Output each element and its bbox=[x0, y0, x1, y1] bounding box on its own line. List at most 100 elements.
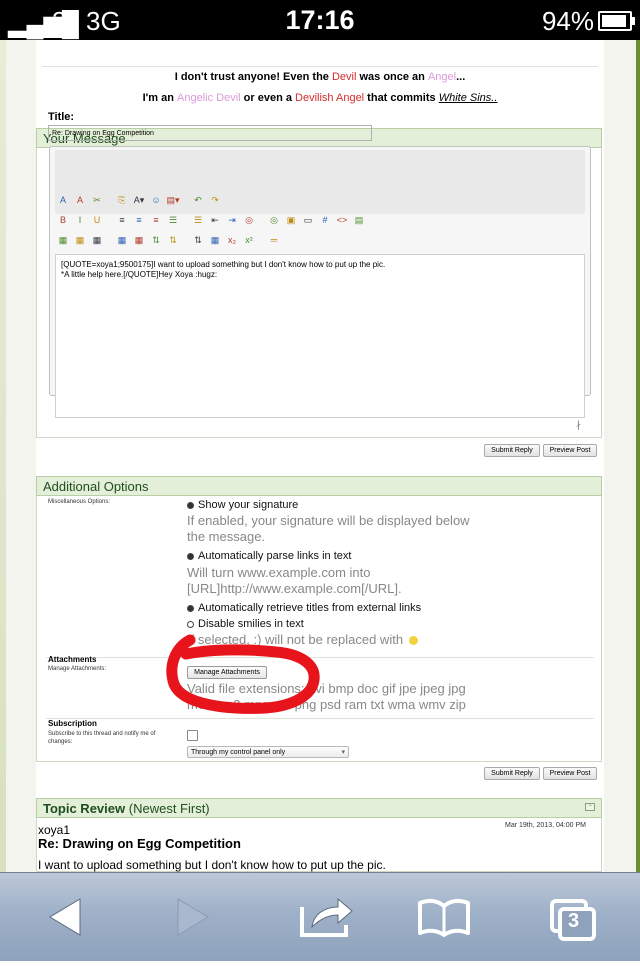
collapse-icon[interactable]: − bbox=[585, 803, 595, 811]
toolbar-button[interactable]: ▦ bbox=[115, 233, 129, 247]
toolbar-button[interactable]: ▣ bbox=[284, 213, 298, 227]
message-textarea[interactable]: [QUOTE=xoya1;9500175]I want to upload so… bbox=[55, 254, 585, 418]
toolbar-button[interactable]: ☺ bbox=[149, 193, 163, 207]
share-button[interactable] bbox=[276, 873, 376, 961]
sig-devilish: Devilish Angel bbox=[295, 92, 365, 104]
preview-post-button-top[interactable]: Preview Post bbox=[543, 444, 597, 457]
toolbar-button[interactable]: ▦ bbox=[90, 233, 104, 247]
battery-percent: 94% bbox=[541, 6, 594, 36]
option-parse-links[interactable]: Automatically parse links in text bbox=[187, 550, 351, 562]
subscription-label-line: changes: bbox=[48, 739, 73, 745]
toolbar-button[interactable]: ▦ bbox=[208, 233, 222, 247]
toolbar-button[interactable]: ⇤ bbox=[208, 213, 222, 227]
toolbar-button[interactable]: ↷ bbox=[208, 193, 222, 207]
toolbar-button[interactable]: ▭ bbox=[301, 213, 315, 227]
title-label: Title: bbox=[48, 111, 75, 123]
message-line-1: [QUOTE=xoya1;9500175]I want to upload so… bbox=[61, 260, 386, 269]
toolbar-button[interactable]: U bbox=[90, 213, 104, 227]
smiley-icon bbox=[408, 636, 418, 646]
toolbar-button[interactable]: ═ bbox=[267, 233, 281, 247]
option-label: Automatically parse links in text bbox=[198, 550, 352, 562]
additional-options-header: Additional Options bbox=[36, 476, 602, 496]
checkbox-checked-icon[interactable] bbox=[187, 552, 194, 560]
sig-text: that commits bbox=[364, 92, 439, 104]
preview-post-button-bottom[interactable]: Preview Post bbox=[543, 767, 597, 780]
toolbar-button[interactable]: ☰ bbox=[166, 213, 180, 227]
signature-line-2: I'm an Angelic Devil or even a Devilish … bbox=[36, 92, 604, 104]
sig-text: I'm an bbox=[142, 92, 178, 104]
option-disable-smilies[interactable]: Disable smilies in text bbox=[187, 618, 304, 630]
toolbar-button[interactable]: ≡ bbox=[115, 213, 129, 227]
toolbar-button[interactable]: x² bbox=[242, 233, 256, 247]
status-bar: ▂▄▆█ 3 3G 17:16 94% bbox=[0, 0, 640, 40]
subscribe-checkbox[interactable] bbox=[187, 730, 198, 741]
review-post-text: I want to upload something but I don't k… bbox=[38, 858, 386, 872]
toolbar-button[interactable]: A bbox=[56, 193, 70, 207]
resize-handle-icon[interactable]: ∤ bbox=[576, 420, 581, 431]
checkbox-unchecked-icon[interactable] bbox=[187, 620, 194, 628]
toolbar-button[interactable]: <> bbox=[335, 213, 349, 227]
toolbar-button[interactable]: ⇅ bbox=[166, 233, 180, 247]
forward-button[interactable] bbox=[140, 873, 240, 961]
subscription-select[interactable]: Through my control panel only ▾ bbox=[187, 746, 349, 758]
toolbar-button[interactable]: ▦ bbox=[73, 233, 87, 247]
manage-attachments-button[interactable]: Manage Attachments bbox=[187, 666, 267, 679]
option-show-signature[interactable]: Show your signature bbox=[187, 499, 298, 511]
option-desc-line: If enabled, your signature will be displ… bbox=[187, 513, 470, 528]
toolbar-button[interactable]: ⇅ bbox=[149, 233, 163, 247]
subscription-label-line: Subscribe to this thread and notify me o… bbox=[48, 731, 156, 737]
submit-reply-button-bottom[interactable]: Submit Reply bbox=[484, 767, 540, 780]
toolbar-button[interactable]: ≡ bbox=[149, 213, 163, 227]
review-username[interactable]: xoya1 bbox=[38, 823, 70, 837]
toolbar-button[interactable]: ◎ bbox=[267, 213, 281, 227]
toolbar-button[interactable]: # bbox=[318, 213, 332, 227]
option-parse-links-desc: Will turn www.example.com into [URL]http:… bbox=[187, 565, 402, 597]
submit-reply-button-top[interactable]: Submit Reply bbox=[484, 444, 540, 457]
page-left-edge bbox=[0, 40, 6, 872]
toolbar-button[interactable]: ✂ bbox=[90, 193, 104, 207]
toolbar-button[interactable]: I bbox=[73, 213, 87, 227]
toolbar-button[interactable]: x₂ bbox=[225, 233, 239, 247]
toolbar-button[interactable]: ☰ bbox=[191, 213, 205, 227]
back-arrow-icon bbox=[49, 898, 81, 936]
sig-text: I don't trust anyone! Even the bbox=[174, 71, 332, 83]
valid-extensions-line: mov mp3 mpg pdf png psd ram txt wma wmv … bbox=[187, 697, 466, 712]
option-show-signature-desc: If enabled, your signature will be displ… bbox=[187, 513, 470, 545]
signature-divider bbox=[42, 66, 598, 67]
toolbar-button[interactable]: A▾ bbox=[132, 193, 146, 207]
option-disable-smilies-desc: If selected, :) will not be replaced wit… bbox=[187, 632, 418, 648]
checkbox-checked-icon[interactable] bbox=[187, 604, 194, 612]
toolbar-button[interactable]: ⇅ bbox=[191, 233, 205, 247]
toolbar-button[interactable]: ⎘ bbox=[115, 193, 129, 207]
toolbar-button[interactable]: ▦ bbox=[56, 233, 70, 247]
toolbar-button[interactable]: ▤▾ bbox=[166, 193, 180, 207]
sig-text: ... bbox=[456, 71, 466, 83]
message-line-2: *A little help here.[/QUOTE]Hey Xoya :hu… bbox=[61, 270, 218, 279]
page-right-edge bbox=[636, 40, 640, 872]
option-desc-line: Will turn www.example.com into bbox=[187, 565, 371, 580]
subscription-select-value: Through my control panel only bbox=[191, 749, 286, 756]
sig-devil: Devil bbox=[331, 71, 357, 83]
option-desc-line: [URL]http://www.example.com[/URL]. bbox=[187, 581, 402, 596]
option-desc-line: If selected, :) will not be replaced wit… bbox=[187, 632, 404, 647]
manage-attachments-label: Manage Attachments: bbox=[48, 666, 107, 672]
title-input[interactable]: Re: Drawing on Egg Competition bbox=[48, 125, 372, 141]
book-icon bbox=[418, 898, 470, 937]
toolbar-button[interactable]: ↶ bbox=[191, 193, 205, 207]
option-desc-line: the message. bbox=[187, 529, 266, 544]
sig-text: was once an bbox=[356, 71, 428, 83]
toolbar-button[interactable]: A bbox=[73, 193, 87, 207]
bookmarks-button[interactable] bbox=[394, 873, 494, 961]
option-retrieve-titles[interactable]: Automatically retrieve titles from exter… bbox=[187, 602, 421, 614]
checkbox-checked-icon[interactable] bbox=[187, 501, 194, 509]
toolbar-button[interactable]: ▦ bbox=[132, 233, 146, 247]
toolbar-button[interactable]: ≡ bbox=[132, 213, 146, 227]
back-button[interactable] bbox=[14, 873, 114, 961]
toolbar-button[interactable]: ◎ bbox=[242, 213, 256, 227]
signature-line-1: I don't trust anyone! Even the Devil was… bbox=[36, 71, 604, 83]
toolbar-button[interactable]: ▤ bbox=[352, 213, 366, 227]
toolbar-button[interactable]: ⇥ bbox=[225, 213, 239, 227]
sig-white-sins: White Sins.. bbox=[438, 92, 498, 104]
toolbar-button[interactable]: B bbox=[56, 213, 70, 227]
tabs-button[interactable]: 3 bbox=[522, 873, 622, 961]
